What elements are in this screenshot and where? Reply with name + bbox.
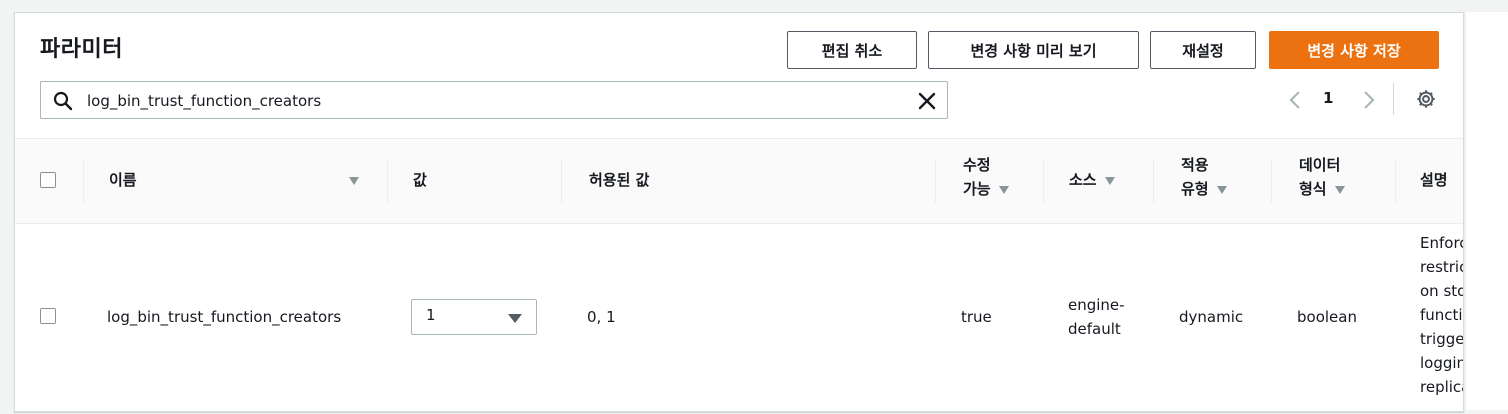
preview-changes-button[interactable]: 변경 사항 미리 보기 (928, 31, 1139, 69)
row-allowed-values: 0, 1 (587, 308, 616, 326)
column-label: 소스 (1069, 171, 1097, 189)
column-header-modifiable[interactable]: 수정 가능 (963, 153, 1009, 201)
description-line: restrictions (1420, 258, 1463, 276)
column-divider (387, 159, 388, 203)
page-title: 파라미터 (40, 37, 123, 62)
row-checkbox[interactable] (40, 308, 56, 324)
close-icon[interactable] (917, 91, 937, 111)
table-header: 이름 값 허용된 값 수정 가능 소스 적용 유형 데이터 형식 설명 (15, 138, 1463, 224)
column-header-data-type[interactable]: 데이터 형식 (1299, 153, 1345, 201)
description-line: functions / (1420, 306, 1463, 324)
column-label-line2: 유형 (1181, 177, 1227, 201)
column-divider (1395, 159, 1396, 203)
column-label: 적용 (1181, 156, 1209, 174)
chevron-right-icon[interactable] (1361, 89, 1377, 111)
pager-divider (1393, 83, 1394, 115)
parameters-panel: 파라미터 편집 취소 변경 사항 미리 보기 재설정 변경 사항 저장 1 (14, 12, 1464, 412)
description-line: Enforces (1420, 234, 1463, 252)
value-select[interactable]: 1 (411, 299, 537, 335)
current-page[interactable]: 1 (1323, 89, 1333, 107)
column-header-description[interactable]: 설명 (1420, 168, 1448, 192)
sort-triangle-icon[interactable] (1104, 176, 1115, 185)
column-label-line2: 가능 (963, 177, 1009, 201)
value-select-value: 1 (426, 306, 436, 324)
page-edge (1466, 12, 1508, 410)
description-line: replication. (1420, 378, 1463, 396)
row-source: engine- default (1068, 293, 1125, 341)
column-divider (83, 159, 84, 203)
row-source-line1: engine- (1068, 296, 1125, 314)
sort-triangle-icon[interactable] (1216, 185, 1227, 194)
column-divider (561, 159, 562, 203)
description-line: triggers - (1420, 330, 1464, 348)
column-label: 수정 (963, 156, 991, 174)
caret-down-icon (508, 314, 522, 323)
sort-triangle-icon[interactable] (349, 177, 359, 185)
sort-triangle-icon[interactable] (998, 185, 1009, 194)
cancel-edit-button[interactable]: 편집 취소 (787, 31, 917, 69)
column-label: 데이터 (1299, 156, 1341, 174)
column-divider (1043, 159, 1044, 203)
column-label-line2: 형식 (1299, 177, 1345, 201)
save-changes-button[interactable]: 변경 사항 저장 (1269, 31, 1439, 69)
description-line: logging for (1420, 354, 1463, 372)
column-header-allowed-values[interactable]: 허용된 값 (589, 168, 649, 192)
gear-icon[interactable] (1415, 88, 1437, 110)
chevron-left-icon[interactable] (1287, 89, 1303, 111)
select-all-checkbox[interactable] (40, 172, 56, 188)
search-box (40, 81, 948, 119)
row-name: log_bin_trust_function_creators (107, 308, 342, 326)
column-header-name[interactable]: 이름 (109, 168, 137, 192)
search-icon (53, 91, 73, 111)
search-input[interactable] (85, 88, 909, 114)
row-data-type: boolean (1297, 308, 1357, 326)
column-label: 이름 (109, 171, 137, 189)
column-header-source[interactable]: 소스 (1069, 168, 1115, 192)
column-divider (935, 159, 936, 203)
reset-button[interactable]: 재설정 (1150, 31, 1256, 69)
column-header-value[interactable]: 값 (413, 168, 427, 192)
column-divider (1153, 159, 1154, 203)
row-apply-type: dynamic (1179, 308, 1244, 326)
row-source-line2: default (1068, 320, 1121, 338)
column-divider (1271, 159, 1272, 203)
row-description: Enforces restrictions on stored function… (1420, 231, 1464, 399)
row-modifiable: true (961, 308, 992, 326)
description-line: on stored (1420, 282, 1463, 300)
sort-triangle-icon[interactable] (1334, 185, 1345, 194)
column-header-apply-type[interactable]: 적용 유형 (1181, 153, 1227, 201)
